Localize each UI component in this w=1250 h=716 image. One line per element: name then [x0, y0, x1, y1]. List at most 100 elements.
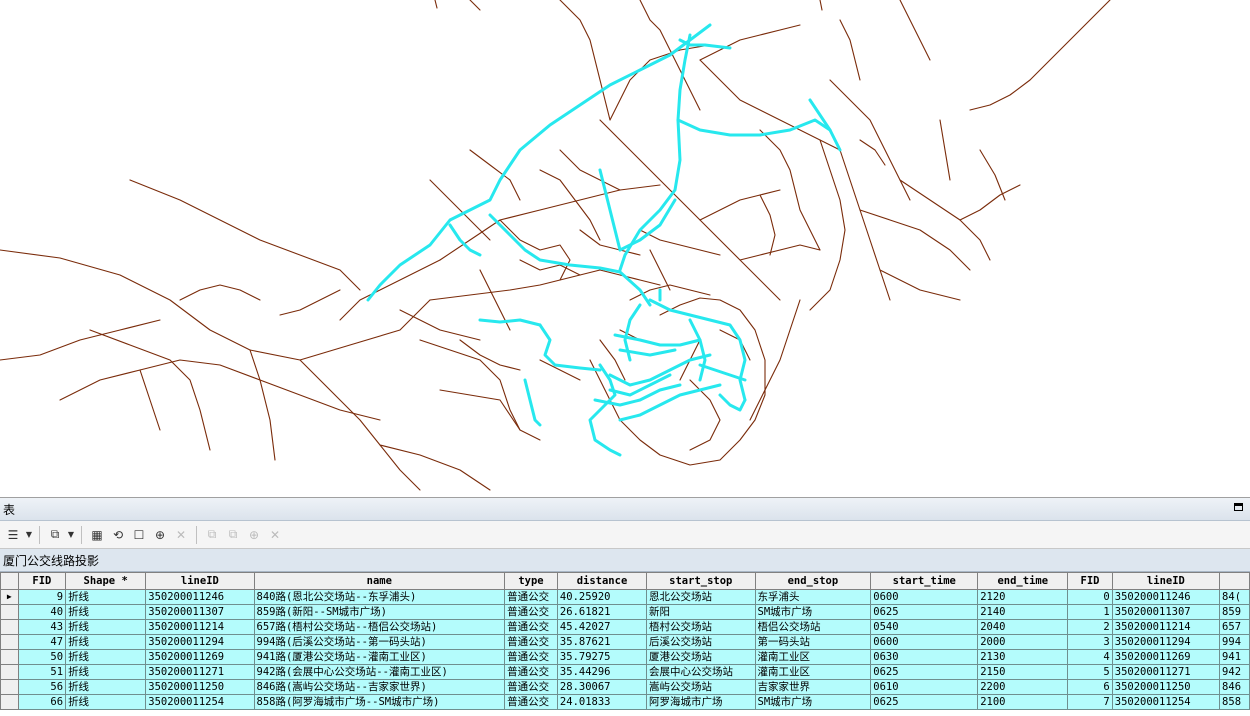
table-cell-lineid2[interactable]: 350200011307 — [1111, 604, 1221, 620]
table-cell-lineid[interactable]: 350200011269 — [145, 649, 255, 665]
table-cell-fid[interactable]: 40 — [17, 604, 67, 620]
table-cell-lineid[interactable]: 350200011214 — [145, 619, 255, 635]
table-cell-shape[interactable]: 折线 — [65, 679, 147, 695]
table-cell-end_time[interactable]: 2120 — [977, 589, 1069, 605]
table-cell-extra[interactable]: 657 — [1219, 619, 1250, 635]
table-cell-name[interactable]: 846路(嵩屿公交场站--吉家家世界) — [253, 679, 506, 695]
row-selector[interactable] — [0, 679, 19, 695]
table-cell-lineid[interactable]: 350200011271 — [145, 664, 255, 680]
related-tables-icon[interactable]: ⧉ — [46, 526, 64, 544]
table-cell-type[interactable]: 普通公交 — [504, 694, 558, 710]
table-cell-fid2[interactable]: 6 — [1067, 679, 1113, 695]
row-selector[interactable] — [0, 634, 19, 650]
table-cell-lineid[interactable]: 350200011254 — [145, 694, 255, 710]
table-cell-lineid2[interactable]: 350200011294 — [1111, 634, 1221, 650]
table-cell-distance[interactable]: 35.87621 — [556, 634, 648, 650]
table-cell-start_time[interactable]: 0600 — [870, 589, 979, 605]
row-selector[interactable] — [0, 649, 19, 665]
table-row[interactable]: 51 折线 350200011271 942路(会展中心公交场站--灌南工业区) 普通公… — [0, 664, 1250, 680]
table-cell-type[interactable]: 普通公交 — [504, 604, 558, 620]
table-cell-fid2[interactable]: 0 — [1067, 589, 1113, 605]
table-cell-shape[interactable]: 折线 — [65, 664, 147, 680]
table-cell-end_stop[interactable]: 灌南工业区 — [754, 664, 872, 680]
table-cell-start_time[interactable]: 0625 — [870, 694, 979, 710]
table-cell-end_time[interactable]: 2150 — [977, 664, 1069, 680]
table-cell-start_stop[interactable]: 后溪公交场站 — [646, 634, 756, 650]
table-cell-fid[interactable]: 47 — [17, 634, 67, 650]
delete-icon[interactable]: ✕ — [266, 526, 284, 544]
find-icon[interactable]: ⊕ — [245, 526, 263, 544]
table-cell-type[interactable]: 普通公交 — [504, 664, 558, 680]
table-cell-start_time[interactable]: 0610 — [870, 679, 979, 695]
table-row[interactable]: 66 折线 350200011254 858路(阿罗海城市广场--SM城市广场) 普通公… — [0, 694, 1250, 710]
table-cell-extra[interactable]: 846 — [1219, 679, 1250, 695]
table-cell-end_stop[interactable]: 灌南工业区 — [754, 649, 872, 665]
table-cell-end_stop[interactable]: 东孚浦头 — [754, 589, 872, 605]
column-header-lineid-2[interactable]: lineID — [1111, 572, 1221, 590]
table-cell-shape[interactable]: 折线 — [65, 649, 147, 665]
column-header-type[interactable]: type — [504, 572, 558, 590]
table-cell-extra[interactable]: 941 — [1219, 649, 1250, 665]
table-cell-fid2[interactable]: 7 — [1067, 694, 1113, 710]
column-header-extra[interactable] — [1219, 572, 1250, 590]
table-cell-fid2[interactable]: 2 — [1067, 619, 1113, 635]
table-cell-name[interactable]: 859路(新阳--SM城市广场) — [253, 604, 506, 620]
table-cell-lineid[interactable]: 350200011307 — [145, 604, 255, 620]
table-cell-lineid2[interactable]: 350200011254 — [1111, 694, 1221, 710]
table-options-icon[interactable]: ☰ — [4, 526, 22, 544]
table-cell-start_time[interactable]: 0630 — [870, 649, 979, 665]
table-options-dropdown-icon[interactable]: ▼ — [25, 526, 33, 544]
table-cell-start_stop[interactable]: 厦港公交场站 — [646, 649, 756, 665]
table-cell-name[interactable]: 840路(恩北公交场站--东孚浦头) — [253, 589, 506, 605]
table-cell-end_time[interactable]: 2040 — [977, 619, 1069, 635]
table-cell-type[interactable]: 普通公交 — [504, 619, 558, 635]
table-cell-extra[interactable]: 942 — [1219, 664, 1250, 680]
table-cell-distance[interactable]: 35.79275 — [556, 649, 648, 665]
table-cell-lineid[interactable]: 350200011246 — [145, 589, 255, 605]
table-row[interactable]: ▶ 9 折线 350200011246 840路(恩北公交场站--东孚浦头) 普通公交 40… — [0, 589, 1250, 605]
table-cell-lineid[interactable]: 350200011250 — [145, 679, 255, 695]
table-cell-name[interactable]: 858路(阿罗海城市广场--SM城市广场) — [253, 694, 506, 710]
table-cell-end_time[interactable]: 2130 — [977, 649, 1069, 665]
column-header-fid[interactable]: FID — [17, 572, 67, 590]
table-cell-type[interactable]: 普通公交 — [504, 634, 558, 650]
table-row[interactable]: 43 折线 350200011214 657路(梧村公交场站--梧侣公交场站) 普通公交… — [0, 619, 1250, 635]
row-selector[interactable] — [0, 604, 19, 620]
table-cell-end_time[interactable]: 2000 — [977, 634, 1069, 650]
table-cell-lineid2[interactable]: 350200011214 — [1111, 619, 1221, 635]
table-cell-name[interactable]: 941路(厦港公交场站--灌南工业区) — [253, 649, 506, 665]
column-header-fid-2[interactable]: FID — [1067, 572, 1113, 590]
table-cell-extra[interactable]: 84( — [1219, 589, 1250, 605]
column-header-end-stop[interactable]: end_stop — [754, 572, 872, 590]
select-by-attributes-icon[interactable]: ▦ — [88, 526, 106, 544]
column-header-end-time[interactable]: end_time — [977, 572, 1069, 590]
table-cell-extra[interactable]: 858 — [1219, 694, 1250, 710]
table-cell-shape[interactable]: 折线 — [65, 604, 147, 620]
related-tables-dropdown-icon[interactable]: ▼ — [67, 526, 75, 544]
table-cell-type[interactable]: 普通公交 — [504, 679, 558, 695]
table-cell-shape[interactable]: 折线 — [65, 694, 147, 710]
table-cell-start_stop[interactable]: 恩北公交场站 — [646, 589, 756, 605]
table-cell-lineid2[interactable]: 350200011250 — [1111, 679, 1221, 695]
table-cell-end_stop[interactable]: 梧侣公交场站 — [754, 619, 872, 635]
table-cell-distance[interactable]: 40.25920 — [556, 589, 648, 605]
table-cell-extra[interactable]: 859 — [1219, 604, 1250, 620]
table-cell-fid2[interactable]: 5 — [1067, 664, 1113, 680]
switch-selection-icon[interactable]: ⟲ — [109, 526, 127, 544]
table-cell-distance[interactable]: 45.42027 — [556, 619, 648, 635]
table-cell-start_time[interactable]: 0625 — [870, 664, 979, 680]
zoom-to-selected-icon[interactable]: ⊕ — [151, 526, 169, 544]
table-cell-end_time[interactable]: 2200 — [977, 679, 1069, 695]
maximize-icon[interactable] — [1234, 503, 1243, 511]
table-cell-end_stop[interactable]: 吉家家世界 — [754, 679, 872, 695]
copy-icon[interactable]: ⧉ — [203, 526, 221, 544]
table-cell-lineid[interactable]: 350200011294 — [145, 634, 255, 650]
table-cell-shape[interactable]: 折线 — [65, 589, 147, 605]
table-cell-start_time[interactable]: 0625 — [870, 604, 979, 620]
table-cell-fid2[interactable]: 3 — [1067, 634, 1113, 650]
map-canvas[interactable] — [0, 0, 1250, 497]
table-cell-fid[interactable]: 56 — [17, 679, 67, 695]
row-selector[interactable] — [0, 619, 19, 635]
table-cell-extra[interactable]: 994 — [1219, 634, 1250, 650]
column-header-start-time[interactable]: start_time — [870, 572, 979, 590]
